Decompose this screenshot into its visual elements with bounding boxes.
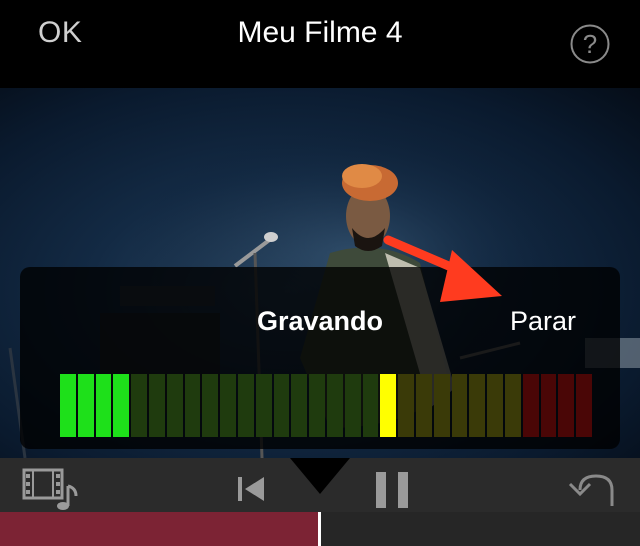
meter-segment <box>362 374 379 437</box>
meter-segment <box>380 374 397 437</box>
meter-segment <box>326 374 343 437</box>
meter-segment <box>558 374 575 437</box>
meter-segment <box>255 374 272 437</box>
meter-segment <box>95 374 112 437</box>
meter-segment <box>522 374 539 437</box>
meter-segment <box>113 374 130 437</box>
meter-segment <box>344 374 361 437</box>
meter-segment <box>166 374 183 437</box>
pause-icon[interactable] <box>374 470 410 510</box>
navigation-bar: OK Meu Filme 4 ? <box>0 0 640 88</box>
meter-segment <box>398 374 414 437</box>
meter-segment <box>540 374 557 437</box>
meter-segment <box>309 374 325 437</box>
panel-pointer <box>290 458 350 494</box>
meter-segment <box>273 374 290 437</box>
recorded-audio-clip[interactable] <box>0 512 320 546</box>
meter-segment <box>451 374 468 437</box>
undo-icon[interactable] <box>566 470 618 510</box>
question-circle-icon[interactable]: ? <box>570 24 610 64</box>
meter-segment <box>433 374 450 437</box>
svg-text:?: ? <box>583 29 597 59</box>
meter-segment <box>220 374 236 437</box>
meter-segment <box>148 374 165 437</box>
meter-segment <box>469 374 486 437</box>
meter-segment <box>77 374 94 437</box>
meter-segment <box>131 374 147 437</box>
playhead[interactable] <box>318 512 321 546</box>
page-title: Meu Filme 4 <box>237 16 403 49</box>
meter-segment <box>576 374 592 437</box>
skip-to-start-icon[interactable] <box>236 474 268 504</box>
meter-segment <box>415 374 432 437</box>
meter-segment <box>184 374 201 437</box>
audio-level-meter <box>60 374 592 437</box>
annotation-arrow-icon <box>383 235 502 302</box>
meter-segment <box>487 374 503 437</box>
meter-segment <box>237 374 254 437</box>
meter-segment <box>60 374 76 437</box>
film-music-icon[interactable] <box>22 468 80 512</box>
meter-segment <box>202 374 219 437</box>
timeline[interactable] <box>0 512 640 546</box>
meter-segment <box>291 374 308 437</box>
meter-segment <box>504 374 521 437</box>
